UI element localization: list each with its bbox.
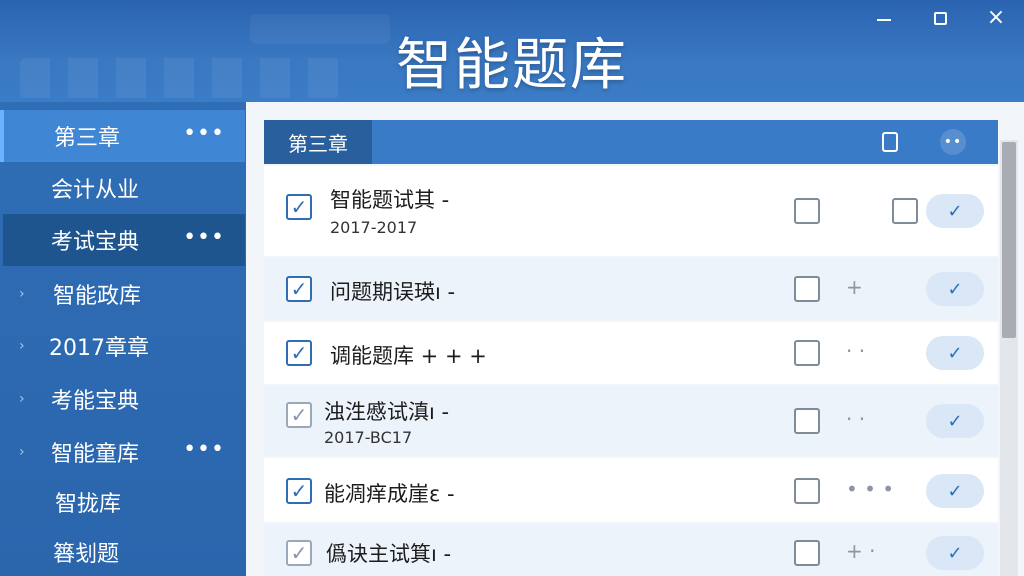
row-checkbox[interactable]: ✓ [286, 478, 312, 504]
add-icon[interactable]: + [846, 275, 863, 299]
question-row[interactable]: ✓ 浊泩慼试滇ı - 2017-BC17 · · ✓ [264, 386, 998, 456]
sidebar-item-label: 考试宝典 [51, 230, 140, 255]
sidebar-item-chapter-3[interactable]: 第三章 ••• [0, 110, 245, 162]
question-title: 能凋痒成崖ε - [324, 482, 455, 506]
question-row[interactable]: ✓ 问题期误瑛ı - + ✓ [264, 258, 998, 320]
sidebar-item-exam-treasury[interactable]: › 考能宝典 [3, 373, 245, 425]
question-date: 2017-BC17 [324, 428, 413, 447]
sidebar-item-questions[interactable]: 簭刬题 [3, 526, 245, 576]
more-icon[interactable]: ••• [183, 437, 225, 462]
row-checkbox[interactable]: ✓ [286, 194, 312, 220]
question-row[interactable]: ✓ 僞诀主试箕ı - + · ✓ [264, 524, 998, 576]
maximize-icon [933, 11, 947, 25]
sidebar-item-exam-guide[interactable]: 考试宝典 ••• [3, 214, 245, 266]
chevron-right-icon: › [19, 444, 25, 460]
minimize-icon [877, 19, 891, 21]
confirm-button[interactable]: ✓ [926, 404, 984, 438]
close-button[interactable]: × [968, 0, 1024, 36]
main-panel: 第三章 •• ✓ 智能题试其 - 2017-2017 ✓ ✓ 问题期误瑛ı - … [246, 102, 1024, 576]
option-checkbox[interactable] [794, 198, 820, 224]
confirm-button[interactable]: ✓ [926, 194, 984, 228]
option-checkbox[interactable] [892, 198, 918, 224]
dots-icon: + · [846, 539, 876, 563]
confirm-button[interactable]: ✓ [926, 474, 984, 508]
sidebar-item-accounting[interactable]: 会计从业 [3, 162, 245, 214]
sidebar-item-smart-kids[interactable]: › 智能童库 ••• [3, 426, 245, 478]
more-icon[interactable]: ••• [183, 225, 225, 250]
panel-header: 第三章 •• [264, 120, 998, 164]
row-checkbox[interactable]: ✓ [286, 340, 312, 366]
confirm-button[interactable]: ✓ [926, 272, 984, 306]
chevron-right-icon: › [19, 391, 25, 407]
row-checkbox[interactable]: ✓ [286, 402, 312, 428]
sidebar: 第三章 ••• 会计从业 考试宝典 ••• › 智能政库 › 2017章章 › … [0, 102, 246, 576]
dots-icon: · · [846, 339, 866, 363]
close-icon: × [986, 5, 1006, 30]
chevron-right-icon: › [19, 338, 25, 354]
option-checkbox[interactable] [794, 540, 820, 566]
sidebar-item-2017[interactable]: › 2017章章 [3, 320, 245, 372]
more-icon[interactable]: ••• [183, 121, 225, 146]
maximize-button[interactable] [912, 0, 968, 36]
confirm-button[interactable]: ✓ [926, 336, 984, 370]
question-title: 浊泩慼试滇ı - [324, 400, 450, 424]
question-title: 问题期误瑛ı - [330, 280, 456, 304]
document-icon[interactable] [882, 132, 898, 152]
title-bar: 智能题库 × [0, 0, 1024, 102]
dots-icon: • • • [846, 477, 895, 501]
chevron-right-icon: › [19, 286, 25, 302]
confirm-button[interactable]: ✓ [926, 536, 984, 570]
option-checkbox[interactable] [794, 340, 820, 366]
sidebar-item-label: 2017章章 [49, 336, 149, 361]
row-checkbox[interactable]: ✓ [286, 540, 312, 566]
option-checkbox[interactable] [794, 478, 820, 504]
dots-icon: · · [846, 407, 866, 431]
sidebar-item-label: 会计从业 [51, 178, 140, 203]
option-checkbox[interactable] [794, 276, 820, 302]
minimize-button[interactable] [856, 0, 912, 36]
sidebar-item-smart-pick[interactable]: 智拢库 [3, 476, 245, 528]
sidebar-item-label: 智能童库 [51, 442, 140, 467]
question-row[interactable]: ✓ 智能题试其 - 2017-2017 ✓ [264, 166, 998, 256]
question-title: 智能题试其 - [330, 188, 450, 212]
sidebar-item-label: 智能政库 [53, 284, 142, 309]
tab-chapter-3[interactable]: 第三章 [264, 120, 372, 164]
sidebar-item-smart-library[interactable]: › 智能政库 [3, 268, 245, 320]
more-options-icon[interactable]: •• [940, 129, 966, 155]
row-checkbox[interactable]: ✓ [286, 276, 312, 302]
sidebar-item-label: 考能宝典 [51, 389, 140, 414]
sidebar-item-label: 第三章 [54, 126, 121, 151]
sidebar-item-label: 智拢库 [55, 492, 122, 517]
question-date: 2017-2017 [330, 218, 418, 237]
question-row[interactable]: ✓ 调能题库 + + + · · ✓ [264, 322, 998, 384]
question-title: 僞诀主试箕ı - [326, 542, 452, 566]
window-controls: × [856, 0, 1024, 36]
question-row[interactable]: ✓ 能凋痒成崖ε - • • • ✓ [264, 458, 998, 522]
sidebar-item-label: 簭刬题 [53, 542, 120, 567]
question-title: 调能题库 + + + [330, 344, 487, 368]
option-checkbox[interactable] [794, 408, 820, 434]
scrollbar-thumb[interactable] [1002, 142, 1016, 338]
